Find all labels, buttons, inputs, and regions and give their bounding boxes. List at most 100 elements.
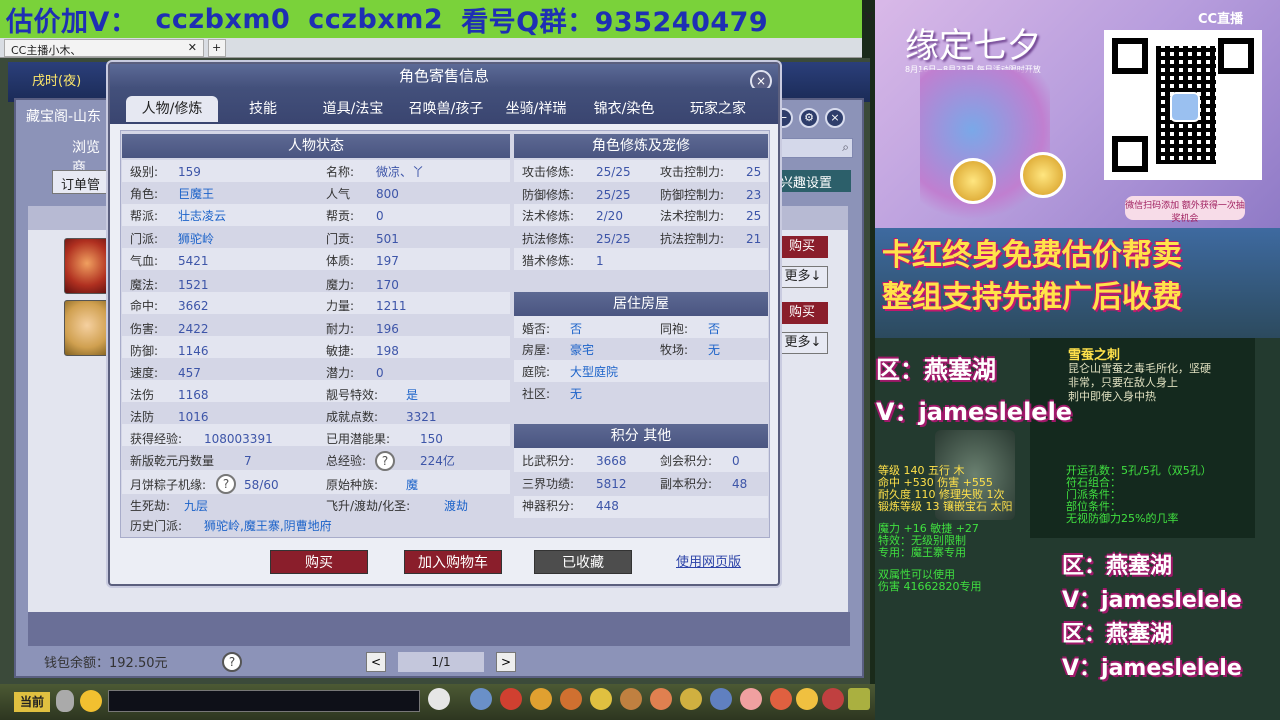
- house-row: 房屋: 豪宅 牧场: 无: [522, 339, 720, 361]
- stat-label: 房屋:: [522, 343, 551, 357]
- close-icon[interactable]: ×: [862, 6, 875, 26]
- avatar[interactable]: [64, 238, 110, 294]
- stat-value: 58/60: [244, 478, 279, 492]
- more-button[interactable]: 更多↓: [778, 332, 828, 354]
- gear-icon[interactable]: ⚙: [799, 108, 819, 128]
- avatar[interactable]: [64, 300, 110, 356]
- buy-button[interactable]: 购买: [270, 550, 368, 574]
- stat-row: 法防 1016: [130, 406, 209, 428]
- stat-row: 魔法: 1521: [130, 274, 209, 296]
- stat-row: 法伤 1168: [130, 384, 209, 406]
- row-stripe: [514, 360, 768, 382]
- points-row: 比武积分: 3668 剑会积分: 0: [522, 450, 740, 472]
- item-icon[interactable]: [560, 688, 582, 710]
- stat-label: 抗法控制力:: [660, 232, 725, 246]
- stat-value: 巨魔王: [178, 187, 215, 201]
- stat-label: 新版乾元丹数量: [130, 454, 215, 468]
- add-to-cart-button[interactable]: 加入购物车: [404, 550, 502, 574]
- stat-value: 3662: [178, 299, 209, 313]
- tab-player-home[interactable]: 玩家之家: [676, 96, 760, 122]
- stat-value: 170: [376, 278, 399, 292]
- new-tab-button[interactable]: +: [208, 39, 226, 57]
- overlay-server: 区：燕塞湖: [1062, 622, 1173, 647]
- tab-outfits[interactable]: 锦衣/染色: [584, 96, 664, 122]
- item-icon[interactable]: [848, 688, 870, 710]
- stat-label: 猎术修炼:: [522, 254, 575, 268]
- stat-row: 帮派: 壮志凌云: [130, 205, 226, 227]
- stat-value: 0: [376, 366, 384, 380]
- stat-value: 5421: [178, 254, 209, 268]
- stat-row: 防御: 1146: [130, 340, 209, 362]
- item-icon[interactable]: [740, 688, 762, 710]
- help-icon[interactable]: ?: [222, 652, 242, 672]
- cultivation-row: 防御修炼: 25/25 防御控制力: 23: [522, 184, 761, 206]
- item-stat: 专用：魔王寨专用: [878, 546, 966, 559]
- item-icon[interactable]: [710, 688, 732, 710]
- tab-character[interactable]: 人物/修炼: [126, 96, 218, 122]
- next-page-button[interactable]: >: [496, 652, 516, 672]
- item-icon[interactable]: [770, 688, 792, 710]
- emoji-icon[interactable]: [80, 690, 102, 712]
- stat-value: 微凉、丫: [376, 165, 425, 179]
- item-desc: 刺中即使入身中热: [1068, 390, 1156, 403]
- stat-value: 1016: [178, 410, 209, 424]
- stat-label: 体质:: [326, 254, 355, 268]
- stat-row: 门贡: 501: [326, 228, 399, 250]
- use-webpage-link[interactable]: 使用网页版: [676, 551, 756, 571]
- panda-icon[interactable]: [428, 688, 450, 710]
- buy-button[interactable]: 购买: [776, 236, 828, 258]
- interest-settings-button[interactable]: 兴趣设置: [776, 170, 851, 192]
- buy-button[interactable]: 购买: [776, 302, 828, 324]
- tab-mounts[interactable]: 坐骑/祥瑞: [496, 96, 576, 122]
- close-icon[interactable]: ✕: [188, 41, 197, 54]
- stat-label: 副本积分:: [660, 477, 713, 491]
- item-icon[interactable]: [470, 688, 492, 710]
- item-icon[interactable]: [590, 688, 612, 710]
- stat-value: 3321: [406, 410, 437, 424]
- stat-row: 靓号特效: 是: [326, 384, 418, 406]
- tab-pets[interactable]: 召唤兽/孩子: [400, 96, 492, 122]
- stat-label: 耐力:: [326, 322, 355, 336]
- stat-value: 壮志凌云: [178, 209, 227, 223]
- prev-page-button[interactable]: <: [366, 652, 386, 672]
- microphone-icon[interactable]: [56, 690, 74, 712]
- help-icon[interactable]: ?: [216, 474, 236, 494]
- stat-row: 角色: 巨魔王: [130, 183, 214, 205]
- item-icon[interactable]: [680, 688, 702, 710]
- promo-caption: 卡红终身免费估价帮卖: [882, 238, 1182, 273]
- qr-finder: [1218, 38, 1254, 74]
- stat-value: 5812: [596, 477, 627, 491]
- chat-input[interactable]: [108, 690, 420, 712]
- help-icon[interactable]: ?: [375, 451, 395, 471]
- item-icon[interactable]: [530, 688, 552, 710]
- stat-label: 角色:: [130, 187, 159, 201]
- stat-label: 剑会积分:: [660, 454, 713, 468]
- browser-tab[interactable]: CC主播小木、 ✕: [4, 39, 204, 57]
- cultivation-row: 猎术修炼: 1: [522, 250, 604, 272]
- stat-row: 成就点数: 3321: [326, 406, 437, 428]
- stat-row: 获得经验: 108003391: [130, 428, 273, 450]
- search-input[interactable]: ⌕: [775, 138, 853, 158]
- tab-items[interactable]: 道具/法宝: [310, 96, 396, 122]
- stat-value: 25/25: [596, 188, 631, 202]
- item-icon[interactable]: [650, 688, 672, 710]
- house-row: 社区: 无: [522, 383, 582, 405]
- item-icon[interactable]: [500, 688, 522, 710]
- cultivation-row: 抗法修炼: 25/25 抗法控制力: 21: [522, 228, 761, 250]
- close-icon[interactable]: ×: [825, 108, 845, 128]
- item-icon[interactable]: [796, 688, 818, 710]
- search-icon[interactable]: ⌕: [842, 140, 849, 155]
- stat-label: 魔法:: [130, 278, 159, 292]
- chat-channel-tag[interactable]: 当前: [14, 692, 50, 712]
- stat-label: 速度:: [130, 366, 159, 380]
- stat-value: 1168: [178, 388, 209, 402]
- stat-value: 豪宅: [570, 343, 595, 357]
- item-icon[interactable]: [822, 688, 844, 710]
- more-button[interactable]: 更多↓: [778, 266, 828, 288]
- collected-button[interactable]: 已收藏: [534, 550, 632, 574]
- stat-value: 25: [746, 209, 762, 223]
- item-icon[interactable]: [620, 688, 642, 710]
- stat-row: 伤害: 2422: [130, 318, 209, 340]
- tab-skills[interactable]: 技能: [230, 96, 296, 122]
- stat-value: 0: [376, 209, 384, 223]
